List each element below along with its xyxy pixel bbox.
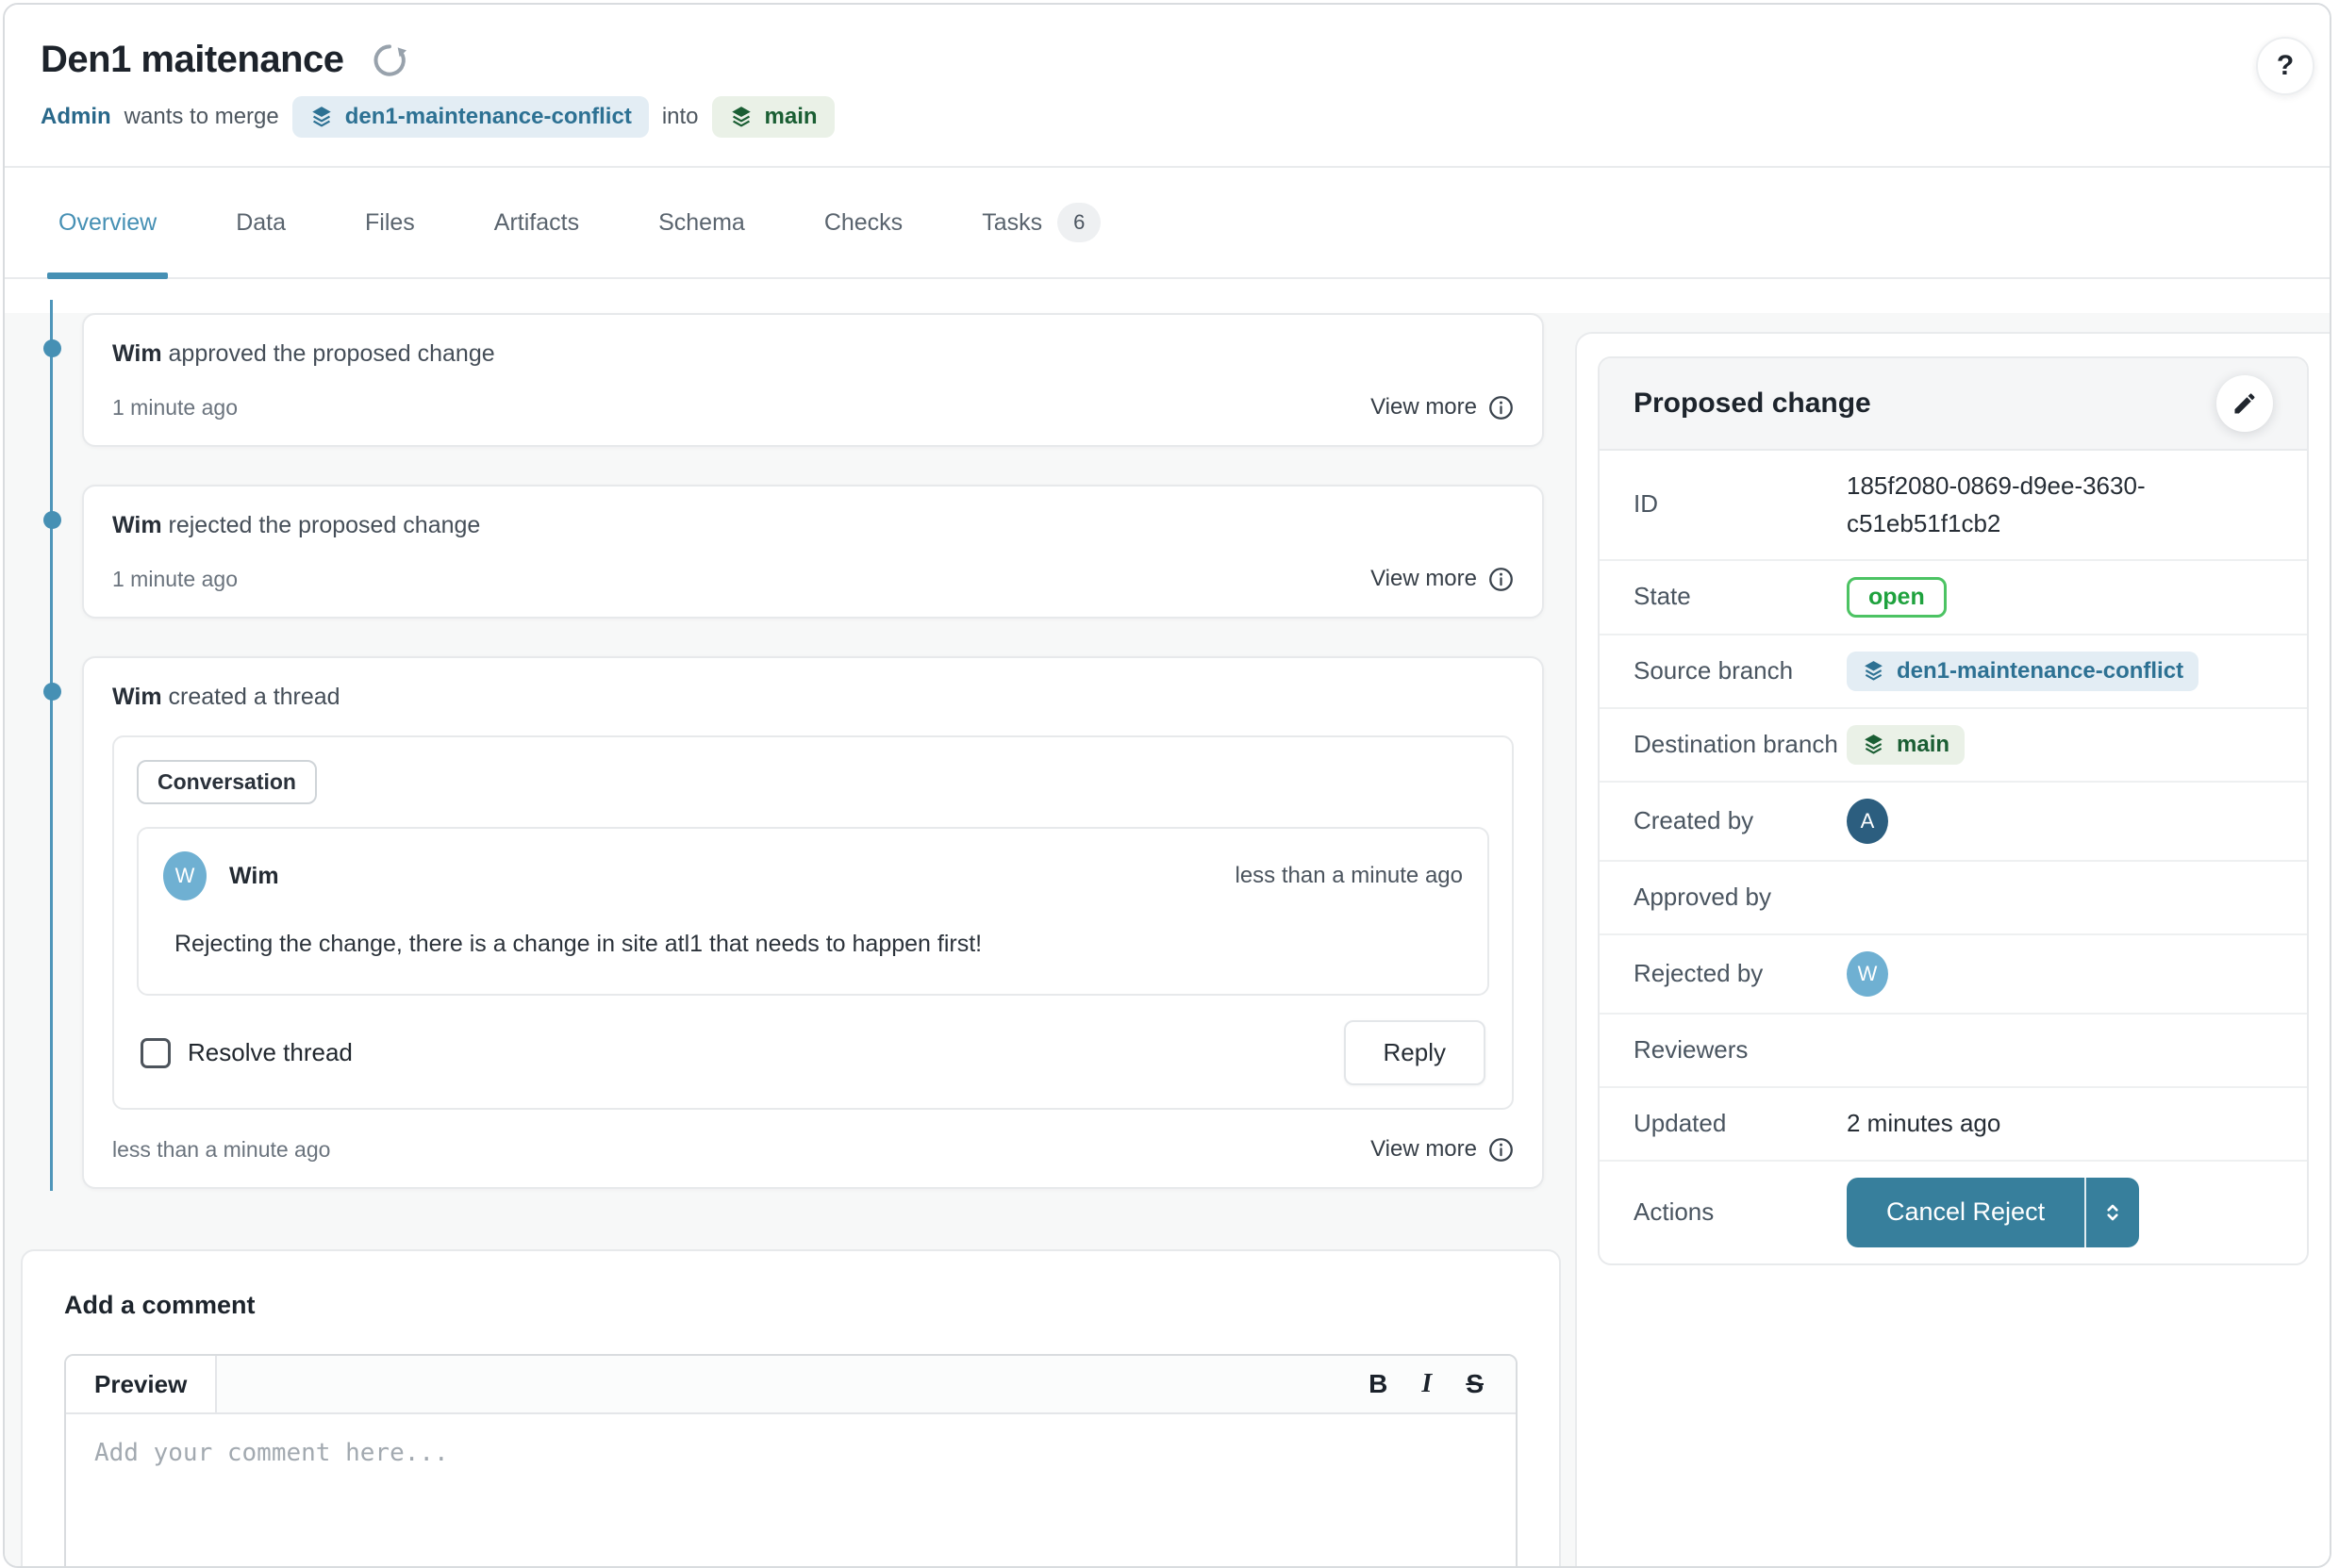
- event-card-thread: Wim created a thread Conversation W Wim …: [82, 656, 1544, 1189]
- row-actions: Actions Cancel Reject: [1600, 1160, 2307, 1263]
- row-destination-branch: Destination branch main: [1600, 707, 2307, 781]
- row-created-by: Created by A: [1600, 781, 2307, 860]
- source-branch-label: den1-maintenance-conflict: [1897, 658, 2183, 685]
- view-more-link[interactable]: View more: [1370, 1136, 1514, 1163]
- resolve-thread-checkbox[interactable]: [141, 1038, 171, 1068]
- dest-branch-label: main: [1897, 732, 1949, 758]
- cancel-reject-button[interactable]: Cancel Reject: [1847, 1178, 2084, 1247]
- tab-files[interactable]: Files: [365, 168, 415, 277]
- unfold-caret-icon: [2100, 1200, 2125, 1225]
- tab-schema[interactable]: Schema: [658, 168, 745, 277]
- comment-editor: Preview B I S: [64, 1354, 1518, 1568]
- tab-tasks[interactable]: Tasks 6: [982, 168, 1101, 277]
- event-timestamp: 1 minute ago: [112, 395, 238, 421]
- event-timeline: Wim approved the proposed change 1 minut…: [82, 313, 1544, 1189]
- bold-button[interactable]: B: [1369, 1369, 1387, 1399]
- refresh-icon[interactable]: [369, 40, 410, 81]
- add-comment-heading: Add a comment: [64, 1291, 1518, 1320]
- thread-comment: W Wim less than a minute ago Rejecting t…: [137, 827, 1489, 996]
- overview-content: Wim approved the proposed change 1 minut…: [5, 313, 2330, 1568]
- source-branch-badge[interactable]: den1-maintenance-conflict: [1847, 652, 2198, 691]
- row-reviewers: Reviewers: [1600, 1013, 2307, 1086]
- merge-summary: Admin wants to merge den1-maintenance-co…: [41, 96, 2292, 138]
- into-text: into: [662, 104, 699, 130]
- row-id: ID 185f2080-0869-d9ee-3630-c51eb51f1cb2: [1600, 451, 2307, 559]
- row-source-branch: Source branch den1-maintenance-conflict: [1600, 634, 2307, 707]
- dest-branch-badge[interactable]: main: [1847, 725, 1965, 765]
- details-sidebar: Proposed change ID 185f2080-0869-d9ee-36…: [1575, 332, 2330, 1568]
- resolve-thread-control: Resolve thread: [141, 1038, 353, 1068]
- branch-layers-icon: [729, 105, 754, 129]
- comment-timestamp: less than a minute ago: [1236, 863, 1464, 889]
- event-card-rejected: Wim rejected the proposed change 1 minut…: [82, 485, 1544, 619]
- strikethrough-button[interactable]: S: [1466, 1369, 1484, 1399]
- updated-value: 2 minutes ago: [1847, 1104, 2000, 1142]
- comment-body: Rejecting the change, there is a change …: [174, 931, 1463, 958]
- dest-branch-label: main: [765, 104, 818, 130]
- sidebar-title: Proposed change: [1634, 388, 1871, 420]
- edit-button[interactable]: [2216, 375, 2273, 432]
- proposed-change-card: Proposed change ID 185f2080-0869-d9ee-36…: [1598, 356, 2309, 1265]
- preview-tab[interactable]: Preview: [66, 1356, 217, 1412]
- comment-author: Wim: [229, 863, 1213, 890]
- row-state: State open: [1600, 559, 2307, 634]
- tab-checks[interactable]: Checks: [824, 168, 903, 277]
- tab-bar: Overview Data Files Artifacts Schema Che…: [5, 168, 2330, 279]
- reply-button[interactable]: Reply: [1344, 1020, 1485, 1085]
- id-value: 185f2080-0869-d9ee-3630-c51eb51f1cb2: [1847, 467, 2252, 543]
- resolve-thread-label: Resolve thread: [188, 1038, 353, 1067]
- editor-toolbar: Preview B I S: [66, 1356, 1516, 1414]
- help-button[interactable]: ?: [2256, 37, 2314, 95]
- state-badge: open: [1847, 577, 1947, 618]
- avatar[interactable]: A: [1847, 799, 1888, 844]
- branch-layers-icon: [1862, 659, 1885, 683]
- avatar: W: [163, 851, 207, 900]
- row-rejected-by: Rejected by W: [1600, 933, 2307, 1013]
- pencil-icon: [2231, 390, 2258, 417]
- event-card-approved: Wim approved the proposed change 1 minut…: [82, 313, 1544, 447]
- source-branch-label: den1-maintenance-conflict: [345, 104, 632, 130]
- event-timestamp: 1 minute ago: [112, 567, 238, 592]
- info-icon: [1488, 1137, 1514, 1163]
- comment-input[interactable]: [66, 1414, 1516, 1568]
- tab-overview[interactable]: Overview: [58, 168, 157, 277]
- row-approved-by: Approved by: [1600, 860, 2307, 933]
- tasks-count-badge: 6: [1057, 203, 1101, 242]
- row-updated: Updated 2 minutes ago: [1600, 1086, 2307, 1160]
- tab-data[interactable]: Data: [236, 168, 286, 277]
- event-title: Wim approved the proposed change: [112, 339, 1514, 368]
- italic-button[interactable]: I: [1421, 1369, 1432, 1399]
- info-icon: [1488, 395, 1514, 421]
- thread-panel: Conversation W Wim less than a minute ag…: [112, 735, 1514, 1110]
- actions-dropdown-button[interactable]: [2084, 1178, 2139, 1247]
- page-header: Den1 maitenance Admin wants to merge den…: [5, 5, 2330, 168]
- view-more-link[interactable]: View more: [1370, 394, 1514, 421]
- add-comment-section: Add a comment Preview B I S: [21, 1249, 1561, 1568]
- view-more-link[interactable]: View more: [1370, 566, 1514, 592]
- merge-action-text: wants to merge: [124, 104, 279, 130]
- author-link[interactable]: Admin: [41, 104, 111, 130]
- branch-layers-icon: [309, 105, 334, 129]
- info-icon: [1488, 567, 1514, 592]
- tab-artifacts[interactable]: Artifacts: [494, 168, 579, 277]
- conversation-badge: Conversation: [137, 760, 317, 804]
- dest-branch-badge[interactable]: main: [712, 96, 835, 138]
- event-title: Wim created a thread: [112, 683, 1514, 711]
- avatar[interactable]: W: [1847, 951, 1888, 997]
- event-title: Wim rejected the proposed change: [112, 511, 1514, 539]
- source-branch-badge[interactable]: den1-maintenance-conflict: [292, 96, 649, 138]
- actions-button-group: Cancel Reject: [1847, 1178, 2139, 1247]
- app-window: Den1 maitenance Admin wants to merge den…: [3, 3, 2331, 1568]
- event-timestamp: less than a minute ago: [112, 1137, 330, 1163]
- page-title: Den1 maitenance: [41, 39, 344, 81]
- branch-layers-icon: [1862, 733, 1885, 756]
